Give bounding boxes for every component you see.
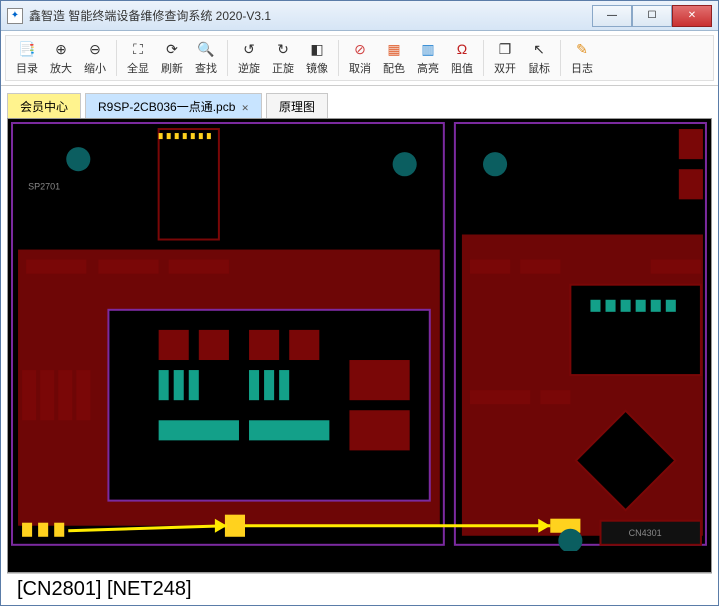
toolbar-鼠标[interactable]: ↖ 鼠标 [522, 38, 556, 78]
status-text: [CN2801] [NET248] [17, 578, 192, 601]
刷新-icon: ⟳ [163, 40, 181, 58]
toolbar-label: 阻值 [451, 60, 473, 76]
toolbar-label: 正旋 [272, 60, 294, 76]
toolbar: 📑 目录 ⊕ 放大 ⊖ 缩小 ⛶ 全显 ⟳ 刷新 🔍 查找 ↺ 逆旋 ↻ 正旋 ◧ 镜像 ⊘ 取消 ▦ 配色 ▥ 高亮 Ω 阻值 ❐… [5, 35, 714, 81]
目录-icon: 📑 [18, 40, 36, 58]
toolbar-separator [227, 40, 228, 76]
tab-会员中心[interactable]: 会员中心 [7, 93, 81, 119]
逆旋-icon: ↺ [240, 40, 258, 58]
toolbar-全显[interactable]: ⛶ 全显 [121, 38, 155, 78]
全显-icon: ⛶ [129, 40, 147, 58]
tab-原理图[interactable]: 原理图 [266, 93, 328, 119]
高亮-icon: ▥ [419, 40, 437, 58]
toolbar-放大[interactable]: ⊕ 放大 [44, 38, 78, 78]
app-icon: ✦ [7, 8, 23, 24]
tab-bar: 会员中心 R9SP-2CB036一点通.pcb ✕ 原理图 [1, 86, 718, 118]
配色-icon: ▦ [385, 40, 403, 58]
toolbar-separator [483, 40, 484, 76]
tab-label: 会员中心 [20, 100, 68, 114]
正旋-icon: ↻ [274, 40, 292, 58]
toolbar-label: 放大 [50, 60, 72, 76]
toolbar-label: 缩小 [84, 60, 106, 76]
镜像-icon: ◧ [308, 40, 326, 58]
toolbar-label: 刷新 [161, 60, 183, 76]
minimize-button[interactable]: — [592, 5, 632, 27]
label-cn4301: CN4301 [629, 528, 662, 538]
放大-icon: ⊕ [52, 40, 70, 58]
toolbar-label: 配色 [383, 60, 405, 76]
viewport-container: CN4301 [1, 118, 718, 605]
缩小-icon: ⊖ [86, 40, 104, 58]
toolbar-双开[interactable]: ❐ 双开 [488, 38, 522, 78]
toolbar-label: 全显 [127, 60, 149, 76]
window-title: 鑫智造 智能终端设备维修查询系统 2020-V3.1 [29, 7, 592, 24]
toolbar-查找[interactable]: 🔍 查找 [189, 38, 223, 78]
toolbar-刷新[interactable]: ⟳ 刷新 [155, 38, 189, 78]
pcb-viewport[interactable]: CN4301 [7, 118, 712, 573]
toolbar-separator [338, 40, 339, 76]
鼠标-icon: ↖ [530, 40, 548, 58]
toolbar-label: 目录 [16, 60, 38, 76]
toolbar-separator [116, 40, 117, 76]
阻值-icon: Ω [453, 40, 471, 58]
toolbar-label: 逆旋 [238, 60, 260, 76]
toolbar-label: 镜像 [306, 60, 328, 76]
app-window: ✦ 鑫智造 智能终端设备维修查询系统 2020-V3.1 — ☐ ✕ 📑 目录 ⊕ 放… [0, 0, 719, 606]
toolbar-逆旋[interactable]: ↺ 逆旋 [232, 38, 266, 78]
双开-icon: ❐ [496, 40, 514, 58]
toolbar-缩小[interactable]: ⊖ 缩小 [78, 38, 112, 78]
close-button[interactable]: ✕ [672, 5, 712, 27]
tab-R9SP-2CB036一点通.pcb[interactable]: R9SP-2CB036一点通.pcb ✕ [85, 93, 262, 119]
toolbar-label: 查找 [195, 60, 217, 76]
日志-icon: ✎ [573, 40, 591, 58]
pcb-canvas: CN4301 [8, 119, 711, 551]
maximize-button[interactable]: ☐ [632, 5, 672, 27]
toolbar-label: 取消 [349, 60, 371, 76]
toolbar-高亮[interactable]: ▥ 高亮 [411, 38, 445, 78]
toolbar-container: 📑 目录 ⊕ 放大 ⊖ 缩小 ⛶ 全显 ⟳ 刷新 🔍 查找 ↺ 逆旋 ↻ 正旋 ◧ 镜像 ⊘ 取消 ▦ 配色 ▥ 高亮 Ω 阻值 ❐… [1, 31, 718, 86]
tab-close-icon[interactable]: ✕ [241, 103, 249, 113]
titlebar: ✦ 鑫智造 智能终端设备维修查询系统 2020-V3.1 — ☐ ✕ [1, 1, 718, 31]
toolbar-label: 双开 [494, 60, 516, 76]
取消-icon: ⊘ [351, 40, 369, 58]
toolbar-镜像[interactable]: ◧ 镜像 [300, 38, 334, 78]
tab-label: R9SP-2CB036一点通.pcb [98, 100, 235, 114]
toolbar-取消[interactable]: ⊘ 取消 [343, 38, 377, 78]
toolbar-日志[interactable]: ✎ 日志 [565, 38, 599, 78]
toolbar-正旋[interactable]: ↻ 正旋 [266, 38, 300, 78]
status-bar: [CN2801] [NET248] [7, 573, 712, 605]
toolbar-separator [560, 40, 561, 76]
toolbar-label: 日志 [571, 60, 593, 76]
toolbar-目录[interactable]: 📑 目录 [10, 38, 44, 78]
window-buttons: — ☐ ✕ [592, 5, 712, 27]
toolbar-阻值[interactable]: Ω 阻值 [445, 38, 479, 78]
查找-icon: 🔍 [197, 40, 215, 58]
toolbar-配色[interactable]: ▦ 配色 [377, 38, 411, 78]
tab-label: 原理图 [279, 100, 315, 114]
toolbar-label: 鼠标 [528, 60, 550, 76]
toolbar-label: 高亮 [417, 60, 439, 76]
label-sp2701: SP2701 [28, 181, 60, 191]
